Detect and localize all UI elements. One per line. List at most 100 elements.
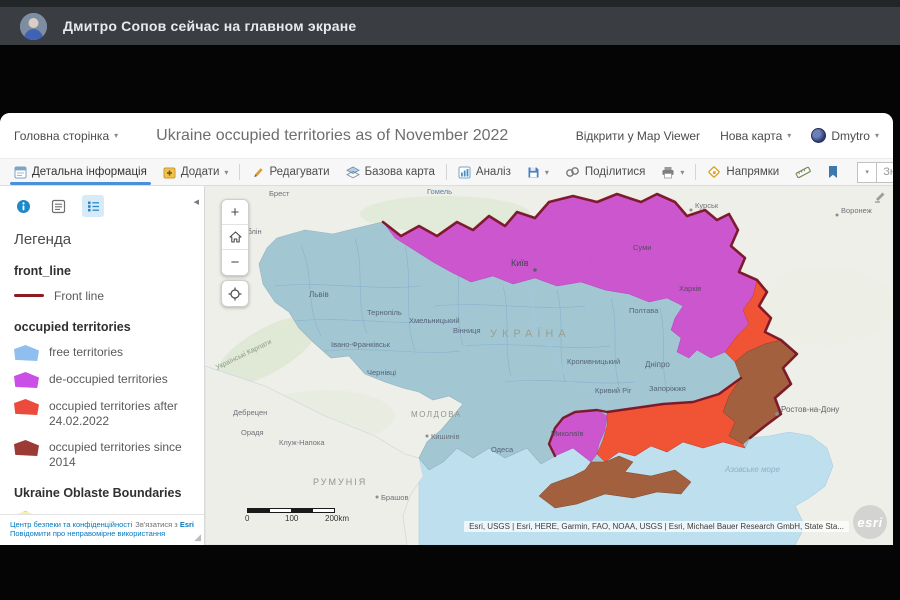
sea-label: Азовське море [724,465,780,474]
share-button[interactable]: Поділитися [557,159,653,185]
modify-map-icon[interactable] [874,190,886,208]
content-icon [51,199,66,214]
save-button[interactable]: ▾ [519,159,557,185]
basemap-button[interactable]: Базова карта [338,159,443,185]
city-label: Київ [511,258,529,268]
bookmarks-button[interactable] [819,159,847,185]
layer-name-front-line: front_line [14,264,190,278]
directions-button-label: Напрямки [726,166,779,178]
city-label: Брашов [381,493,408,502]
chevron-down-icon: ▾ [875,131,879,140]
collapse-panel-icon[interactable]: ◀ [194,198,199,206]
legend-item-deoccupied: de-occupied territories [14,372,190,388]
map-attribution: Esri, USGS | Esri, HERE, Garmin, FAO, NO… [464,521,849,532]
details-tab-label: Детальна інформація [32,166,147,178]
details-tab[interactable]: Детальна інформація [6,159,155,185]
occupied-2014-swatch [14,440,39,456]
legend-item-front-line: Front line [14,289,190,304]
add-button[interactable]: Додати ▾ [155,159,237,185]
city-label: Харків [679,284,701,293]
home-menu-button[interactable]: Головна сторінка ▾ [14,129,118,143]
legend-tab[interactable] [82,195,104,217]
share-button-label: Поділитися [585,166,645,178]
city-label: Полтава [629,306,659,315]
legend-icon [86,199,101,214]
city-label: Гомель [427,187,452,196]
chevron-down-icon: ▾ [787,131,791,140]
resize-handle-icon[interactable]: ◢ [194,532,201,543]
map-canvas[interactable]: УКРАЇНА Київ Львів Тернопіль Хмельницьки… [205,186,893,545]
pencil-arrow-icon [874,191,886,203]
user-avatar-icon [811,128,826,143]
city-label: Запоріжжя [649,384,686,393]
scale-start: 0 [245,514,249,523]
content-tab[interactable] [47,195,69,217]
legend-content: Легенда front_line Front line occupied t… [0,221,204,527]
search-options-dropdown[interactable]: ▾ [857,162,877,183]
country-label: РУМУНІЯ [313,477,367,487]
scale-bar: 0 100 200km [247,508,335,523]
measure-button[interactable] [787,159,819,185]
legend-item-label: occupied territories after 24.02.2022 [49,399,190,429]
privacy-link[interactable]: Центр безпеки та конфіденційності [10,520,132,529]
city-label: Суми [633,243,651,252]
legend-item-label: Front line [54,289,104,304]
printer-icon [661,166,675,179]
city-label: Курськ [695,201,719,210]
bookmark-icon [827,165,839,179]
presenter-bar: Дмитро Сопов сейчас на главном экране [0,7,900,45]
edit-button[interactable]: Редагувати [243,159,337,185]
analysis-icon [458,166,471,179]
directions-icon [707,165,721,179]
home-button[interactable] [222,225,248,250]
scale-bar-labels: 0 100 200km [247,513,335,523]
layer-name-oblast-boundaries: Ukraine Oblaste Boundaries [14,486,190,500]
basemap-icon [346,166,360,179]
zoom-out-button[interactable]: − [222,250,248,275]
legend-item-free: free territories [14,345,190,361]
new-map-menu[interactable]: Нова карта ▾ [720,129,791,143]
user-menu[interactable]: Dmytro ▾ [811,128,879,143]
contact-esri-link[interactable]: Esri [180,520,194,529]
contact-esri: Зв'язатися з Esri [135,520,194,529]
analysis-button[interactable]: Аналіз [450,159,519,185]
contact-prefix: Зв'язатися з [135,520,177,529]
search-bar: ▾ [857,162,893,183]
about-tab[interactable] [12,195,34,217]
details-icon [14,166,27,179]
city-label: Кишинів [431,432,460,441]
basemap-button-label: Базова карта [365,166,435,178]
city-label: Ростов-на-Дону [781,405,839,414]
city-label: Орадя [241,428,264,437]
panel-tool-tabs [0,186,204,221]
info-icon [16,199,31,214]
report-abuse-link[interactable]: Повідомити про неправомірне використання [10,529,165,538]
city-label: Вінниця [453,326,481,335]
screen-share-stage: Дмитро Сопов сейчас на главном экране Го… [0,0,900,600]
city-label: Кропивницький [567,357,620,366]
add-layer-icon [163,166,176,179]
city-label: Дебрецен [233,408,267,417]
chevron-down-icon: ▾ [114,131,118,140]
map-zoom-controls: + − [221,199,249,276]
legend-title: Легенда [14,231,190,248]
window-top-strip [0,0,900,7]
find-my-location-button[interactable] [221,280,249,307]
presenter-avatar [20,13,47,40]
zoom-in-button[interactable]: + [222,200,248,225]
occupied-after-swatch [14,399,39,415]
arcgis-map-viewer-window: Головна сторінка ▾ Ukraine occupied terr… [0,113,893,545]
pencil-icon [251,166,264,179]
country-label: МОЛДОВА [411,410,462,419]
legend-item-occupied-2014: occupied territories since 2014 [14,440,190,470]
chevron-down-icon: ▾ [224,168,228,177]
locate-icon [228,287,242,301]
directions-button[interactable]: Напрямки [699,159,787,185]
city-label: Воронеж [841,206,872,215]
search-input[interactable] [877,162,893,183]
map-toolbar: Детальна інформація Додати ▾ Редагувати [0,158,893,186]
presenter-status-text: Дмитро Сопов сейчас на главном экране [63,18,356,34]
avatar-photo-icon [20,13,47,40]
print-button[interactable]: ▾ [653,159,692,185]
open-in-map-viewer-link[interactable]: Відкрити у Map Viewer [576,129,700,143]
